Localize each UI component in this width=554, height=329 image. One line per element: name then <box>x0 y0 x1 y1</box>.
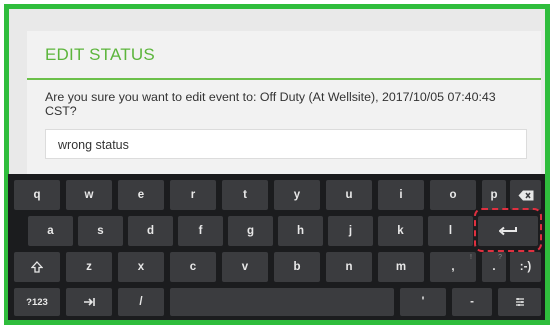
key-u-label: u <box>345 189 353 201</box>
key-period-label: . <box>492 261 496 273</box>
smiley-key[interactable]: :-) <box>510 252 541 282</box>
key-a[interactable]: a <box>28 216 73 246</box>
key-r[interactable]: r <box>170 180 216 210</box>
key-n-label: n <box>345 261 353 273</box>
key-e[interactable]: e <box>118 180 164 210</box>
key-o-label: o <box>449 189 457 201</box>
reason-input-value: wrong status <box>58 138 129 152</box>
key-v-label: v <box>241 261 249 273</box>
shift-icon <box>31 261 43 273</box>
key-z-label: z <box>86 261 92 273</box>
key-p[interactable]: p <box>482 180 506 210</box>
tab-key[interactable] <box>66 288 112 316</box>
backspace-key[interactable] <box>510 180 541 210</box>
key-z[interactable]: z <box>66 252 112 282</box>
key-s-label: s <box>97 225 104 237</box>
key-m[interactable]: m <box>378 252 424 282</box>
key-y[interactable]: y <box>274 180 320 210</box>
key-u[interactable]: u <box>326 180 372 210</box>
key-t-label: t <box>243 189 247 201</box>
key-l-label: l <box>448 225 453 237</box>
key-m-label: m <box>395 261 407 273</box>
key-y-label: y <box>293 189 301 201</box>
backspace-icon <box>518 190 533 200</box>
key-b[interactable]: b <box>274 252 320 282</box>
key-slash[interactable]: / <box>118 288 164 316</box>
key-c[interactable]: c <box>170 252 216 282</box>
key-apostrophe[interactable]: ' <box>400 288 446 316</box>
key-x[interactable]: x <box>118 252 164 282</box>
key-k[interactable]: k <box>378 216 423 246</box>
key-c-label: c <box>189 261 197 273</box>
key-h[interactable]: h <box>278 216 323 246</box>
smiley-key-label: :-) <box>519 261 532 273</box>
enter-key-highlight <box>474 208 542 252</box>
key-l[interactable]: l <box>428 216 473 246</box>
key-e-label: e <box>137 189 145 201</box>
key-q[interactable]: q <box>14 180 60 210</box>
key-slash-label: / <box>139 296 143 308</box>
key-comma-hint: ! <box>470 254 472 261</box>
key-d[interactable]: d <box>128 216 173 246</box>
key-dash[interactable]: - <box>452 288 492 316</box>
edit-status-dialog: EDIT STATUS Are you sure you want to edi… <box>27 31 541 189</box>
key-x-label: x <box>137 261 145 273</box>
key-t[interactable]: t <box>222 180 268 210</box>
on-screen-keyboard: q w e r t y u i o p a s d f g h j k l z … <box>8 174 545 320</box>
shift-key[interactable] <box>14 252 60 282</box>
key-f[interactable]: f <box>178 216 223 246</box>
key-r-label: r <box>190 189 196 201</box>
key-j-label: j <box>348 225 353 237</box>
key-w[interactable]: w <box>66 180 112 210</box>
key-d-label: d <box>146 225 155 237</box>
reason-input[interactable]: wrong status <box>45 129 527 159</box>
key-comma-label: , <box>451 261 455 273</box>
confirmation-message: Are you sure you want to edit event to: … <box>45 90 527 118</box>
key-f-label: f <box>198 225 203 237</box>
symbols-key-label: ?123 <box>26 296 48 308</box>
keyboard-settings-key[interactable] <box>498 288 541 316</box>
key-o[interactable]: o <box>430 180 476 210</box>
dialog-title: EDIT STATUS <box>45 45 155 64</box>
title-divider <box>27 78 541 80</box>
key-n[interactable]: n <box>326 252 372 282</box>
spacebar[interactable] <box>170 288 394 316</box>
key-i-label: i <box>399 189 403 201</box>
key-g-label: g <box>246 225 255 237</box>
message-line-1: Are you sure you want to edit event to: … <box>45 90 496 104</box>
key-apostrophe-label: ' <box>421 296 425 308</box>
key-v[interactable]: v <box>222 252 268 282</box>
key-h-label: h <box>296 225 305 237</box>
symbols-key[interactable]: ?123 <box>14 288 60 316</box>
key-comma[interactable]: ,! <box>430 252 476 282</box>
key-period-hint: ? <box>498 254 502 261</box>
tab-icon <box>84 298 95 306</box>
key-s[interactable]: s <box>78 216 123 246</box>
key-q-label: q <box>33 189 41 201</box>
key-a-label: a <box>47 225 54 237</box>
key-w-label: w <box>84 189 94 201</box>
key-i[interactable]: i <box>378 180 424 210</box>
key-p-label: p <box>490 189 498 201</box>
key-period[interactable]: .? <box>482 252 506 282</box>
key-g[interactable]: g <box>228 216 273 246</box>
key-b-label: b <box>293 261 301 273</box>
key-k-label: k <box>397 225 404 237</box>
key-dash-label: - <box>470 296 474 308</box>
message-line-2: CST? <box>45 104 77 118</box>
keyboard-settings-icon <box>515 298 524 306</box>
key-j[interactable]: j <box>328 216 373 246</box>
